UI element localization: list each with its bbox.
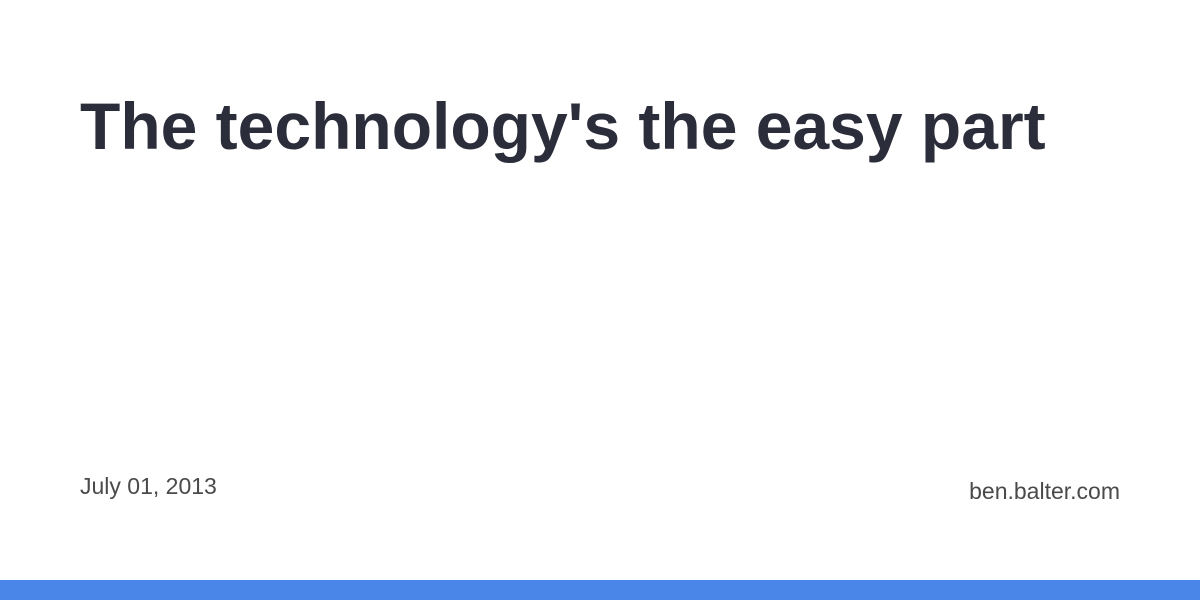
social-card: The technology's the easy part July 01, … <box>0 0 1200 600</box>
accent-bar <box>0 580 1200 600</box>
site-domain: ben.balter.com <box>969 478 1120 504</box>
post-title: The technology's the easy part <box>80 89 1046 163</box>
post-date: July 01, 2013 <box>80 473 217 499</box>
